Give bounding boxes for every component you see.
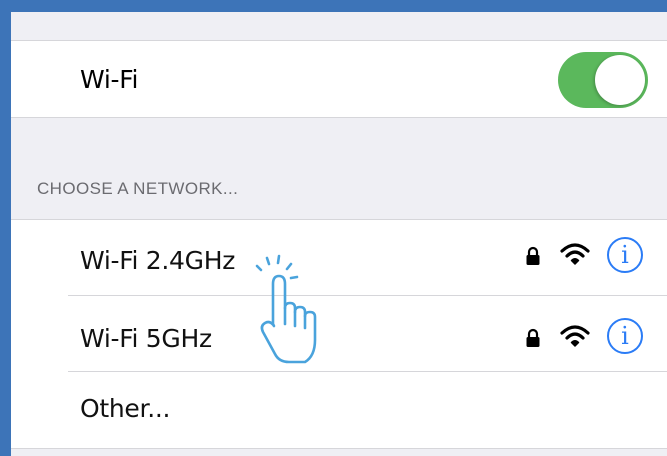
wifi-toggle-group: Wi-Fi <box>11 40 667 118</box>
wifi-label: Wi-Fi <box>80 65 139 94</box>
network-row-wifi-2-4ghz[interactable]: Wi-Fi 2.4GHz i <box>11 220 667 296</box>
info-icon[interactable]: i <box>607 318 643 354</box>
network-name: Wi-Fi 5GHz <box>80 324 212 353</box>
info-icon[interactable]: i <box>607 237 643 273</box>
network-row-other[interactable]: Other... <box>11 372 667 448</box>
lock-icon <box>526 328 540 347</box>
wifi-settings-screen: Wi-Fi CHOOSE A NETWORK... Wi-Fi 2.4GHz i… <box>11 12 667 456</box>
wifi-toggle-switch[interactable] <box>558 52 648 108</box>
choose-network-header: CHOOSE A NETWORK... <box>37 179 239 198</box>
wifi-signal-icon <box>560 243 590 265</box>
blue-frame: Wi-Fi CHOOSE A NETWORK... Wi-Fi 2.4GHz i… <box>0 0 667 456</box>
network-row-wifi-5ghz[interactable]: Wi-Fi 5GHz i <box>11 296 667 372</box>
wifi-toggle-row[interactable]: Wi-Fi <box>11 41 667 119</box>
network-list: Wi-Fi 2.4GHz i Wi-Fi 5GHz i Other... <box>11 219 667 449</box>
network-name: Wi-Fi 2.4GHz <box>80 246 236 275</box>
other-network-label: Other... <box>80 394 171 423</box>
lock-icon <box>526 246 540 265</box>
toggle-knob <box>595 55 645 105</box>
wifi-signal-icon <box>560 325 590 347</box>
